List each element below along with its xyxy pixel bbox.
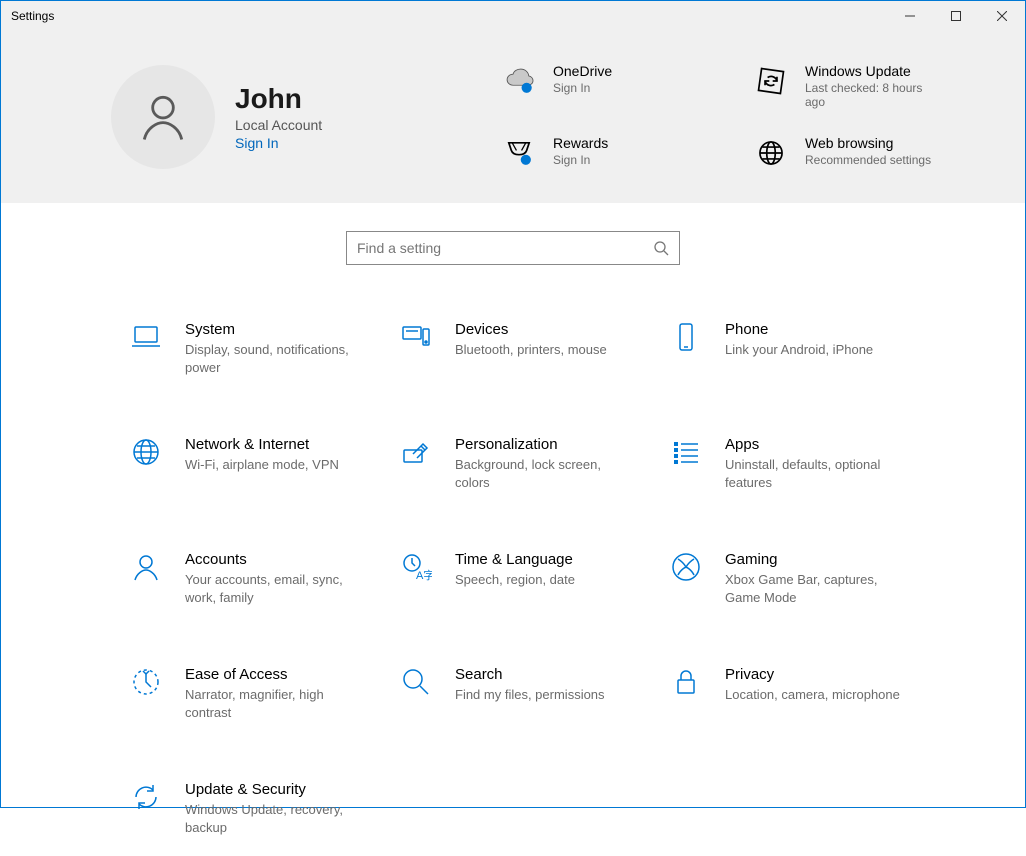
search-box[interactable]: [346, 231, 680, 265]
update-icon: [129, 781, 163, 815]
paint-icon: [399, 436, 433, 470]
rewards-icon: [501, 135, 537, 171]
hero-card-title: Web browsing: [805, 135, 931, 151]
category-sub: Find my files, permissions: [455, 686, 605, 704]
category-title: Accounts: [185, 551, 365, 568]
cloud-icon: [501, 63, 537, 99]
svg-text:A字: A字: [416, 568, 432, 582]
hero-cards: OneDrive Sign In Windows Update Last che…: [471, 63, 985, 171]
category-sub: Narrator, magnifier, high contrast: [185, 686, 365, 721]
category-title: System: [185, 321, 365, 338]
category-sub: Xbox Game Bar, captures, Game Mode: [725, 571, 905, 606]
category-sub: Display, sound, notifications, power: [185, 341, 365, 376]
globe-icon: [129, 436, 163, 470]
minimize-button[interactable]: [887, 1, 933, 31]
category-update-security[interactable]: Update & Security Windows Update, recove…: [129, 781, 389, 836]
maximize-button[interactable]: [933, 1, 979, 31]
hero-card-title: Rewards: [553, 135, 608, 151]
profile-block: John Local Account Sign In: [111, 65, 471, 169]
search-area: [1, 203, 1025, 275]
phone-icon: [669, 321, 703, 355]
hero-card-sub: Recommended settings: [805, 153, 931, 167]
devices-icon: [399, 321, 433, 355]
category-title: Network & Internet: [185, 436, 339, 453]
category-sub: Uninstall, defaults, optional features: [725, 456, 905, 491]
profile-text: John Local Account Sign In: [235, 83, 322, 151]
category-personalization[interactable]: Personalization Background, lock screen,…: [399, 436, 659, 491]
category-sub: Your accounts, email, sync, work, family: [185, 571, 365, 606]
category-network[interactable]: Network & Internet Wi-Fi, airplane mode,…: [129, 436, 389, 491]
search-icon: [653, 240, 669, 256]
hero-card-sub: Sign In: [553, 81, 612, 95]
category-title: Search: [455, 666, 605, 683]
window-controls: [887, 1, 1025, 31]
lock-icon: [669, 666, 703, 700]
category-sub: Speech, region, date: [455, 571, 575, 589]
category-system[interactable]: System Display, sound, notifications, po…: [129, 321, 389, 376]
category-title: Phone: [725, 321, 873, 338]
hero-card-onedrive[interactable]: OneDrive Sign In: [501, 63, 733, 109]
category-title: Devices: [455, 321, 607, 338]
search-input[interactable]: [357, 240, 653, 256]
category-title: Personalization: [455, 436, 635, 453]
search-icon: [399, 666, 433, 700]
category-search[interactable]: Search Find my files, permissions: [399, 666, 659, 721]
person-icon: [129, 551, 163, 585]
ease-of-access-icon: [129, 666, 163, 700]
category-sub: Bluetooth, printers, mouse: [455, 341, 607, 359]
category-privacy[interactable]: Privacy Location, camera, microphone: [669, 666, 929, 721]
category-title: Time & Language: [455, 551, 575, 568]
category-sub: Windows Update, recovery, backup: [185, 801, 365, 836]
category-gaming[interactable]: Gaming Xbox Game Bar, captures, Game Mod…: [669, 551, 929, 606]
category-title: Ease of Access: [185, 666, 365, 683]
person-icon: [133, 87, 193, 147]
hero-panel: John Local Account Sign In OneDrive Sign…: [1, 31, 1025, 203]
xbox-icon: [669, 551, 703, 585]
hero-card-rewards[interactable]: Rewards Sign In: [501, 135, 733, 171]
category-apps[interactable]: Apps Uninstall, defaults, optional featu…: [669, 436, 929, 491]
categories-grid: System Display, sound, notifications, po…: [1, 275, 1025, 856]
hero-card-title: OneDrive: [553, 63, 612, 79]
category-time-language[interactable]: A字 Time & Language Speech, region, date: [399, 551, 659, 606]
category-title: Privacy: [725, 666, 900, 683]
hero-card-title: Windows Update: [805, 63, 935, 79]
profile-account-type: Local Account: [235, 117, 322, 133]
hero-card-windows-update[interactable]: Windows Update Last checked: 8 hours ago: [753, 63, 985, 109]
globe-icon: [753, 135, 789, 171]
category-phone[interactable]: Phone Link your Android, iPhone: [669, 321, 929, 376]
category-accounts[interactable]: Accounts Your accounts, email, sync, wor…: [129, 551, 389, 606]
hero-card-web-browsing[interactable]: Web browsing Recommended settings: [753, 135, 985, 171]
sync-icon: [753, 63, 789, 99]
window-title: Settings: [11, 9, 54, 23]
profile-name: John: [235, 83, 322, 115]
category-title: Apps: [725, 436, 905, 453]
avatar: [111, 65, 215, 169]
category-sub: Background, lock screen, colors: [455, 456, 635, 491]
titlebar: Settings: [1, 1, 1025, 31]
profile-signin-link[interactable]: Sign In: [235, 135, 322, 151]
category-devices[interactable]: Devices Bluetooth, printers, mouse: [399, 321, 659, 376]
hero-card-sub: Last checked: 8 hours ago: [805, 81, 935, 109]
category-sub: Link your Android, iPhone: [725, 341, 873, 359]
time-language-icon: A字: [399, 551, 433, 585]
category-title: Update & Security: [185, 781, 365, 798]
apps-icon: [669, 436, 703, 470]
category-ease-of-access[interactable]: Ease of Access Narrator, magnifier, high…: [129, 666, 389, 721]
category-sub: Location, camera, microphone: [725, 686, 900, 704]
category-sub: Wi-Fi, airplane mode, VPN: [185, 456, 339, 474]
category-title: Gaming: [725, 551, 905, 568]
close-button[interactable]: [979, 1, 1025, 31]
hero-card-sub: Sign In: [553, 153, 608, 167]
laptop-icon: [129, 321, 163, 355]
